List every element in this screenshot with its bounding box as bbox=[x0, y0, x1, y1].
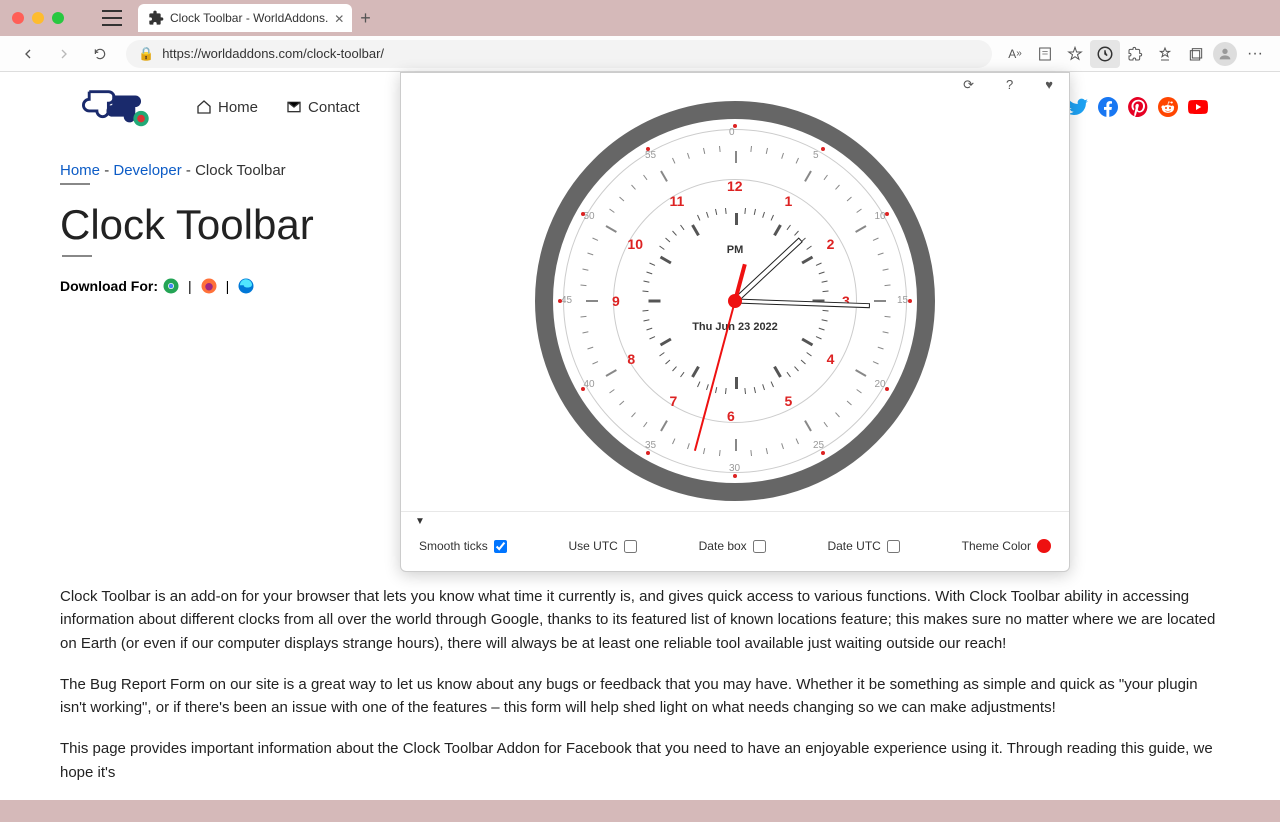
minute-numeral: 0 bbox=[729, 127, 735, 138]
window-minimize-button[interactable] bbox=[32, 12, 44, 24]
download-label: Download For: bbox=[60, 278, 158, 294]
tab-favicon-icon bbox=[148, 10, 164, 26]
hour-numeral: 10 bbox=[627, 236, 643, 252]
option-smooth-ticks[interactable]: Smooth ticks bbox=[419, 539, 507, 553]
paragraph-3: This page provides important information… bbox=[60, 737, 1220, 784]
minute-numeral: 30 bbox=[729, 463, 740, 474]
popup-help-icon[interactable]: ? bbox=[1006, 77, 1013, 95]
pinterest-icon[interactable] bbox=[1126, 95, 1150, 119]
minute-numeral: 55 bbox=[645, 150, 656, 161]
minute-numeral: 5 bbox=[813, 150, 819, 161]
extensions-icon[interactable] bbox=[1120, 40, 1150, 68]
option-use-utc[interactable]: Use UTC bbox=[569, 539, 637, 553]
divider bbox=[60, 183, 90, 185]
window-maximize-button[interactable] bbox=[52, 12, 64, 24]
address-bar[interactable]: 🔒 https://worldaddons.com/clock-toolbar/ bbox=[126, 40, 992, 68]
page-content: Home Contact Home - Developer - Clock To… bbox=[0, 72, 1280, 800]
nav-home[interactable]: Home bbox=[196, 99, 258, 116]
hour-numeral: 1 bbox=[785, 193, 793, 209]
hour-numeral: 4 bbox=[827, 351, 835, 367]
favorites-icon[interactable] bbox=[1060, 40, 1090, 68]
reload-button[interactable] bbox=[86, 40, 114, 68]
clock-hub bbox=[728, 294, 742, 308]
site-logo[interactable] bbox=[70, 84, 166, 130]
minute-numeral: 15 bbox=[897, 295, 908, 306]
url-text: https://worldaddons.com/clock-toolbar/ bbox=[162, 46, 384, 61]
date-box-checkbox[interactable] bbox=[753, 540, 766, 553]
text-size-icon[interactable]: A» bbox=[1000, 40, 1030, 68]
hour-numeral: 12 bbox=[727, 178, 743, 194]
breadcrumb-home[interactable]: Home bbox=[60, 162, 100, 179]
forward-button[interactable] bbox=[50, 40, 78, 68]
paragraph-1: Clock Toolbar is an add-on for your brow… bbox=[60, 585, 1220, 655]
reader-icon[interactable] bbox=[1030, 40, 1060, 68]
minute-numeral: 25 bbox=[813, 440, 824, 451]
tab-close-icon[interactable]: ✕ bbox=[334, 12, 344, 26]
breadcrumb-current: Clock Toolbar bbox=[195, 162, 286, 179]
breadcrumb-developer[interactable]: Developer bbox=[113, 162, 181, 179]
expand-toggle-icon[interactable]: ▼ bbox=[415, 516, 1055, 527]
divider bbox=[62, 255, 92, 257]
hour-numeral: 11 bbox=[670, 193, 685, 209]
clock-ampm: PM bbox=[727, 244, 744, 256]
paragraph-2: The Bug Report Form on our site is a gre… bbox=[60, 673, 1220, 720]
use-utc-checkbox[interactable] bbox=[624, 540, 637, 553]
minute-numeral: 10 bbox=[874, 211, 885, 222]
browser-tab[interactable]: Clock Toolbar - WorldAddons. ✕ bbox=[138, 4, 352, 32]
youtube-icon[interactable] bbox=[1186, 95, 1210, 119]
option-date-box[interactable]: Date box bbox=[699, 539, 766, 553]
main-nav: Home Contact bbox=[196, 99, 388, 116]
smooth-ticks-checkbox[interactable] bbox=[494, 540, 507, 553]
browser-toolbar: 🔒 https://worldaddons.com/clock-toolbar/… bbox=[0, 36, 1280, 72]
minute-numeral: 20 bbox=[874, 379, 885, 390]
theme-color-swatch[interactable] bbox=[1037, 539, 1051, 553]
hour-numeral: 8 bbox=[627, 351, 635, 367]
hour-numeral: 6 bbox=[727, 408, 735, 424]
lock-icon: 🔒 bbox=[138, 46, 154, 62]
more-menu-icon[interactable]: ··· bbox=[1240, 40, 1270, 68]
window-close-button[interactable] bbox=[12, 12, 24, 24]
facebook-icon[interactable] bbox=[1096, 95, 1120, 119]
clock-date: Thu Jun 23 2022 bbox=[692, 321, 778, 333]
tab-title: Clock Toolbar - WorldAddons. bbox=[170, 11, 328, 25]
new-tab-button[interactable]: + bbox=[360, 8, 371, 29]
firefox-icon[interactable] bbox=[200, 277, 218, 295]
minute-numeral: 50 bbox=[584, 211, 595, 222]
profile-avatar[interactable] bbox=[1210, 40, 1240, 68]
analog-clock: 1212345678910110510152025303540455055 PM… bbox=[535, 101, 935, 501]
edge-icon[interactable] bbox=[237, 277, 255, 295]
option-theme-color[interactable]: Theme Color bbox=[962, 539, 1051, 553]
sidebar-toggle-icon[interactable] bbox=[102, 10, 122, 26]
hour-numeral: 5 bbox=[785, 393, 793, 409]
option-date-utc[interactable]: Date UTC bbox=[827, 539, 899, 553]
date-utc-checkbox[interactable] bbox=[887, 540, 900, 553]
collections-icon[interactable] bbox=[1180, 40, 1210, 68]
minute-numeral: 40 bbox=[584, 379, 595, 390]
hour-numeral: 9 bbox=[612, 293, 620, 309]
favorites-bar-icon[interactable] bbox=[1150, 40, 1180, 68]
extension-clock-icon[interactable] bbox=[1090, 40, 1120, 68]
minute-numeral: 35 bbox=[645, 440, 656, 451]
extension-popup: ⟳ ? ♥ 1212345678910110510152025303540455… bbox=[400, 72, 1070, 572]
back-button[interactable] bbox=[14, 40, 42, 68]
nav-contact[interactable]: Contact bbox=[286, 99, 360, 116]
window-titlebar: Clock Toolbar - WorldAddons. ✕ + bbox=[0, 0, 1280, 36]
popup-refresh-icon[interactable]: ⟳ bbox=[963, 77, 974, 95]
minute-numeral: 45 bbox=[561, 295, 572, 306]
hour-numeral: 7 bbox=[670, 393, 678, 409]
chrome-icon[interactable] bbox=[162, 277, 180, 295]
hour-numeral: 2 bbox=[827, 236, 835, 252]
reddit-icon[interactable] bbox=[1156, 95, 1180, 119]
popup-heart-icon[interactable]: ♥ bbox=[1045, 77, 1053, 95]
social-links bbox=[1060, 95, 1210, 119]
